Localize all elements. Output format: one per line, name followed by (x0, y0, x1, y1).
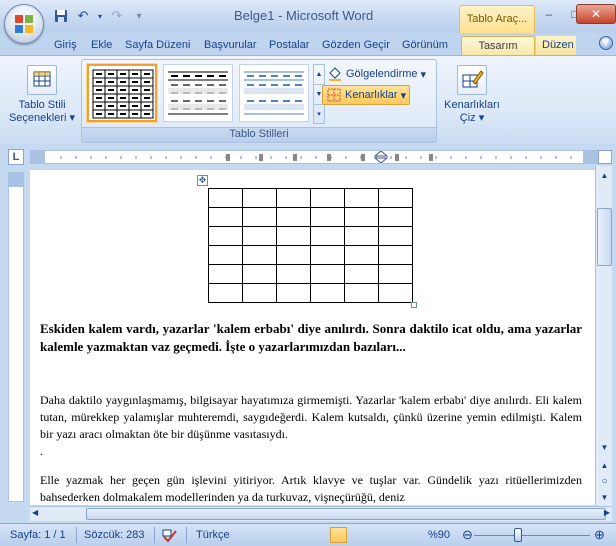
scroll-down-icon[interactable]: ▼ (597, 440, 612, 455)
tab-basvurular[interactable]: Başvurular (198, 36, 263, 55)
office-button[interactable] (4, 4, 44, 44)
office-logo-icon (15, 15, 33, 33)
web-layout-view-icon[interactable] (368, 527, 385, 543)
help-icon[interactable]: ? (599, 36, 613, 50)
table-style-swatch-grid[interactable] (87, 64, 157, 122)
quick-access-customize-icon[interactable]: ▾ (130, 7, 148, 25)
print-layout-view-icon[interactable] (330, 527, 347, 543)
ribbon-tabs: Giriş Ekle Sayfa Düzeni Başvurular Posta… (0, 33, 616, 55)
document-table[interactable] (208, 188, 413, 303)
title-bar: ↶ ▾ ↷ ▾ Belge1 - Microsoft Word Tablo Ar… (0, 0, 616, 33)
borders-icon (326, 87, 342, 103)
full-screen-reading-view-icon[interactable] (349, 527, 366, 543)
document-page[interactable]: ✥ Eskiden kalem vardı, yazarlar 'kalem e… (30, 170, 595, 505)
ribbon: Tablo Stili Seçenekleri ▾ ▲ ▼ ▾ Gölgelen… (0, 55, 616, 144)
chevron-down-icon: ▾ (478, 112, 485, 124)
tab-tasarim[interactable]: Tasarım (461, 36, 535, 55)
next-page-icon[interactable]: ▼ (597, 490, 612, 505)
vertical-scroll-thumb[interactable] (597, 208, 612, 266)
view-ruler-icon[interactable] (598, 150, 612, 164)
draw-borders-label: Kenarlıkları Çiz (444, 99, 500, 124)
page-counter[interactable]: Sayfa: 1 / 1 (10, 529, 66, 541)
document-paragraph-1-end: . (40, 444, 43, 458)
close-controls: ✕ (576, 4, 616, 24)
table-style-options-label: Tablo Stili Seçenekleri (8, 99, 67, 124)
table-styles-group-label: Tablo Stilleri (82, 127, 436, 142)
outline-view-icon[interactable] (387, 527, 404, 543)
table-style-swatch-blue[interactable] (239, 64, 309, 122)
undo-dropdown-icon[interactable]: ▾ (96, 7, 104, 25)
chevron-down-icon: ▾ (400, 89, 407, 102)
tab-giris[interactable]: Giriş (48, 36, 83, 55)
pencil-table-icon (457, 65, 487, 95)
draft-view-icon[interactable] (406, 527, 423, 543)
word-counter[interactable]: Sözcük: 283 (84, 529, 145, 541)
paint-bucket-icon (327, 66, 343, 82)
zoom-slider[interactable] (474, 535, 590, 536)
zoom-in-icon[interactable]: ⊕ (594, 527, 605, 543)
zoom-level[interactable]: %90 (428, 529, 450, 541)
browse-object-icon[interactable]: ○ (597, 474, 612, 489)
document-paragraph-2: Elle yazmak her geçen gün işlevini yitir… (40, 473, 582, 504)
zoom-slider-thumb[interactable] (514, 528, 522, 542)
undo-icon[interactable]: ↶ (74, 7, 92, 25)
draw-borders-button[interactable]: Kenarlıkları Çiz ▾ (440, 65, 504, 125)
chevron-down-icon: ▾ (69, 112, 76, 124)
close-button[interactable]: ✕ (576, 4, 616, 24)
gallery-up-icon[interactable]: ▲ (314, 65, 324, 85)
redo-icon[interactable]: ↷ (108, 7, 126, 25)
table-grid-icon (27, 65, 57, 95)
shading-button[interactable]: Gölgelendirme ▾ (324, 64, 429, 84)
table-resize-handle[interactable] (411, 302, 417, 308)
group-table-style-options: Tablo Stili Seçenekleri ▾ (4, 59, 80, 143)
tab-gorunum[interactable]: Görünüm (396, 36, 454, 55)
ruler-row: L (0, 146, 616, 166)
quick-access-toolbar: ↶ ▾ ↷ ▾ (52, 7, 148, 25)
tab-sayfa-duzeni[interactable]: Sayfa Düzeni (119, 36, 196, 55)
horizontal-scroll-thumb[interactable] (86, 508, 606, 520)
scroll-up-icon[interactable]: ▲ (597, 168, 612, 183)
spelling-check-icon[interactable] (162, 529, 178, 546)
tab-selector-button[interactable]: L (8, 149, 24, 165)
borders-button[interactable]: Kenarlıklar ▾ (322, 85, 411, 105)
gallery-more-icon[interactable]: ▾ (314, 105, 324, 125)
chevron-down-icon: ▾ (420, 68, 427, 81)
language-indicator[interactable]: Türkçe (196, 529, 230, 541)
tab-postalar[interactable]: Postalar (263, 36, 315, 55)
vertical-ruler[interactable] (8, 172, 24, 502)
shading-label: Gölgelendirme (346, 68, 418, 80)
scroll-right-icon[interactable]: ▶ (604, 508, 610, 517)
borders-label: Kenarlıklar (345, 89, 398, 101)
group-table-styles: ▲ ▼ ▾ Gölgelendirme ▾ Kenarlıklar ▾ Tabl… (81, 59, 437, 143)
scroll-left-icon[interactable]: ◀ (32, 508, 38, 517)
group-draw-borders: Kenarlıkları Çiz ▾ (440, 59, 504, 143)
tab-duzen[interactable]: Düzen (536, 36, 576, 55)
horizontal-scrollbar[interactable]: ◀ ▶ (30, 506, 612, 521)
horizontal-ruler[interactable] (30, 150, 598, 164)
table-style-options-button[interactable]: Tablo Stili Seçenekleri ▾ (8, 65, 76, 125)
context-tab-title: Tablo Araç... (459, 5, 535, 33)
status-bar: Sayfa: 1 / 1 Sözcük: 283 Türkçe %90 ⊖ ⊕ (0, 523, 616, 546)
minimize-button[interactable]: – (536, 4, 562, 24)
window-title: Belge1 - Microsoft Word (234, 8, 374, 23)
zoom-out-icon[interactable]: ⊖ (462, 527, 473, 543)
tab-gozden-gecir[interactable]: Gözden Geçir (316, 36, 396, 55)
table-style-swatch-light[interactable] (163, 64, 233, 122)
tab-ekle[interactable]: Ekle (85, 36, 118, 55)
table-styles-gallery (87, 64, 313, 124)
previous-page-icon[interactable]: ▲ (597, 458, 612, 473)
document-paragraph-1: Daha daktilo yaygınlaşmamış, bilgisayar … (40, 393, 582, 441)
floppy-disk-icon[interactable] (52, 7, 70, 25)
vertical-scrollbar[interactable]: ▲ ▼ ▲ ○ ▼ (595, 166, 612, 506)
document-heading: Eskiden kalem vardı, yazarlar 'kalem erb… (40, 321, 582, 354)
table-move-handle-icon[interactable]: ✥ (197, 175, 208, 186)
